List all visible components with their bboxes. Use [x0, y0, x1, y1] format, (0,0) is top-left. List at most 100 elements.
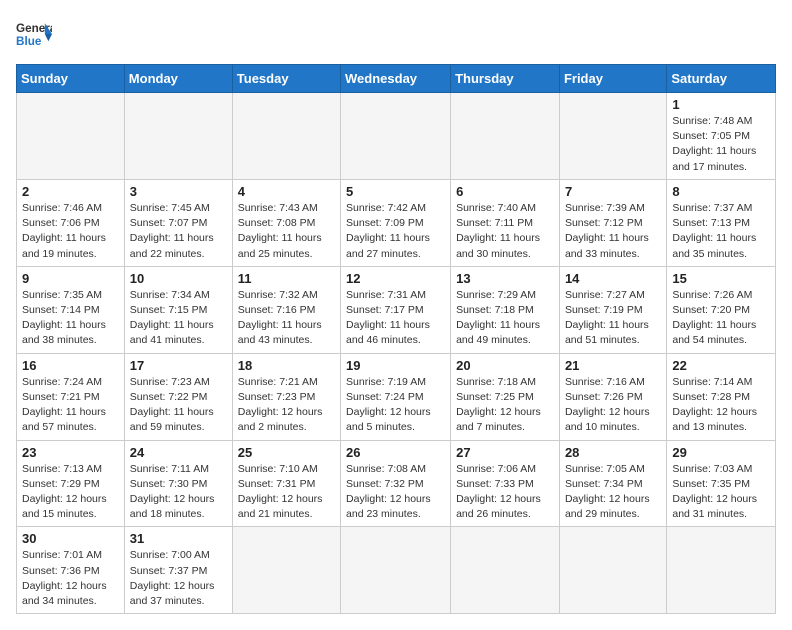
day-info: Sunrise: 7:10 AM Sunset: 7:31 PM Dayligh…: [238, 462, 335, 523]
day-info: Sunrise: 7:11 AM Sunset: 7:30 PM Dayligh…: [130, 462, 227, 523]
day-number: 18: [238, 358, 335, 373]
day-info: Sunrise: 7:13 AM Sunset: 7:29 PM Dayligh…: [22, 462, 119, 523]
weekday-header-friday: Friday: [559, 65, 666, 93]
logo-icon: General Blue: [16, 16, 52, 52]
calendar-cell: 17Sunrise: 7:23 AM Sunset: 7:22 PM Dayli…: [124, 353, 232, 440]
calendar-cell: 24 Sunrise: 7:11 AM Sunset: 7:30 PM Dayli…: [124, 440, 232, 527]
day-number: 10: [130, 271, 227, 286]
day-number: 11: [238, 271, 335, 286]
day-number: 24: [130, 445, 227, 460]
day-number: 15: [672, 271, 770, 286]
day-number: 25: [238, 445, 335, 460]
calendar-cell: 9 Sunrise: 7:35 AM Sunset: 7:14 PM Daylig…: [17, 266, 125, 353]
day-number: 6: [456, 184, 554, 199]
day-info: Sunrise: 7:05 AM Sunset: 7:34 PM Dayligh…: [565, 462, 661, 523]
calendar-cell: 14 Sunrise: 7:27 AM Sunset: 7:19 PM Dayli…: [559, 266, 666, 353]
day-number: 21: [565, 358, 661, 373]
day-number: 3: [130, 184, 227, 199]
calendar-cell: [559, 93, 666, 180]
calendar-cell: 2 Sunrise: 7:46 AM Sunset: 7:06 PM Daylig…: [17, 179, 125, 266]
calendar-cell: [17, 93, 125, 180]
calendar-week-5: 23 Sunrise: 7:13 AM Sunset: 7:29 PM Dayli…: [17, 440, 776, 527]
day-number: 8: [672, 184, 770, 199]
day-number: 29: [672, 445, 770, 460]
calendar-cell: 20Sunrise: 7:18 AM Sunset: 7:25 PM Dayli…: [451, 353, 560, 440]
day-info: Sunrise: 7:23 AM Sunset: 7:22 PM Dayligh…: [130, 375, 227, 436]
calendar-cell: 11 Sunrise: 7:32 AM Sunset: 7:16 PM Dayli…: [232, 266, 340, 353]
calendar-cell: 6 Sunrise: 7:40 AM Sunset: 7:11 PM Daylig…: [451, 179, 560, 266]
day-info: Sunrise: 7:08 AM Sunset: 7:32 PM Dayligh…: [346, 462, 445, 523]
calendar-cell: [667, 527, 776, 614]
day-info: Sunrise: 7:01 AM Sunset: 7:36 PM Dayligh…: [22, 548, 119, 609]
day-info: Sunrise: 7:34 AM Sunset: 7:15 PM Dayligh…: [130, 288, 227, 349]
calendar-cell: 27 Sunrise: 7:06 AM Sunset: 7:33 PM Dayli…: [451, 440, 560, 527]
calendar-cell: 30 Sunrise: 7:01 AM Sunset: 7:36 PM Dayli…: [17, 527, 125, 614]
calendar-cell: 4Sunrise: 7:43 AM Sunset: 7:08 PM Daylig…: [232, 179, 340, 266]
calendar-week-4: 16 Sunrise: 7:24 AM Sunset: 7:21 PM Dayli…: [17, 353, 776, 440]
day-info: Sunrise: 7:48 AM Sunset: 7:05 PM Dayligh…: [672, 114, 770, 175]
day-info: Sunrise: 7:19 AM Sunset: 7:24 PM Dayligh…: [346, 375, 445, 436]
day-number: 9: [22, 271, 119, 286]
day-number: 23: [22, 445, 119, 460]
weekday-header-monday: Monday: [124, 65, 232, 93]
day-info: Sunrise: 7:14 AM Sunset: 7:28 PM Dayligh…: [672, 375, 770, 436]
day-number: 26: [346, 445, 445, 460]
logo: General Blue: [16, 16, 52, 52]
day-info: Sunrise: 7:39 AM Sunset: 7:12 PM Dayligh…: [565, 201, 661, 262]
day-info: Sunrise: 7:40 AM Sunset: 7:11 PM Dayligh…: [456, 201, 554, 262]
page-header: General Blue: [16, 16, 776, 52]
day-info: Sunrise: 7:31 AM Sunset: 7:17 PM Dayligh…: [346, 288, 445, 349]
day-number: 16: [22, 358, 119, 373]
calendar-cell: [232, 527, 340, 614]
day-info: Sunrise: 7:00 AM Sunset: 7:37 PM Dayligh…: [130, 548, 227, 609]
day-number: 27: [456, 445, 554, 460]
weekday-header-tuesday: Tuesday: [232, 65, 340, 93]
weekday-header-sunday: Sunday: [17, 65, 125, 93]
day-number: 1: [672, 97, 770, 112]
calendar-cell: [559, 527, 666, 614]
day-number: 13: [456, 271, 554, 286]
calendar-cell: 1 Sunrise: 7:48 AM Sunset: 7:05 PM Daylig…: [667, 93, 776, 180]
day-info: Sunrise: 7:06 AM Sunset: 7:33 PM Dayligh…: [456, 462, 554, 523]
calendar-cell: [451, 93, 560, 180]
day-info: Sunrise: 7:21 AM Sunset: 7:23 PM Dayligh…: [238, 375, 335, 436]
day-info: Sunrise: 7:27 AM Sunset: 7:19 PM Dayligh…: [565, 288, 661, 349]
calendar-cell: 5Sunrise: 7:42 AM Sunset: 7:09 PM Daylig…: [341, 179, 451, 266]
calendar-cell: 29 Sunrise: 7:03 AM Sunset: 7:35 PM Dayli…: [667, 440, 776, 527]
day-number: 31: [130, 531, 227, 546]
day-info: Sunrise: 7:37 AM Sunset: 7:13 PM Dayligh…: [672, 201, 770, 262]
day-info: Sunrise: 7:43 AM Sunset: 7:08 PM Dayligh…: [238, 201, 335, 262]
calendar-cell: [341, 527, 451, 614]
calendar-cell: 10 Sunrise: 7:34 AM Sunset: 7:15 PM Dayli…: [124, 266, 232, 353]
calendar-week-6: 30 Sunrise: 7:01 AM Sunset: 7:36 PM Dayli…: [17, 527, 776, 614]
weekday-header-saturday: Saturday: [667, 65, 776, 93]
calendar-cell: 31 Sunrise: 7:00 AM Sunset: 7:37 PM Dayli…: [124, 527, 232, 614]
calendar-cell: 12 Sunrise: 7:31 AM Sunset: 7:17 PM Dayli…: [341, 266, 451, 353]
day-number: 5: [346, 184, 445, 199]
day-info: Sunrise: 7:35 AM Sunset: 7:14 PM Dayligh…: [22, 288, 119, 349]
calendar-cell: [341, 93, 451, 180]
day-number: 12: [346, 271, 445, 286]
day-info: Sunrise: 7:03 AM Sunset: 7:35 PM Dayligh…: [672, 462, 770, 523]
day-info: Sunrise: 7:29 AM Sunset: 7:18 PM Dayligh…: [456, 288, 554, 349]
calendar-cell: 28Sunrise: 7:05 AM Sunset: 7:34 PM Dayli…: [559, 440, 666, 527]
calendar-cell: 13 Sunrise: 7:29 AM Sunset: 7:18 PM Dayli…: [451, 266, 560, 353]
calendar-cell: 26 Sunrise: 7:08 AM Sunset: 7:32 PM Dayli…: [341, 440, 451, 527]
day-number: 19: [346, 358, 445, 373]
calendar-table: SundayMondayTuesdayWednesdayThursdayFrid…: [16, 64, 776, 614]
calendar-week-1: 1 Sunrise: 7:48 AM Sunset: 7:05 PM Daylig…: [17, 93, 776, 180]
calendar-cell: 25 Sunrise: 7:10 AM Sunset: 7:31 PM Dayli…: [232, 440, 340, 527]
day-info: Sunrise: 7:32 AM Sunset: 7:16 PM Dayligh…: [238, 288, 335, 349]
calendar-cell: 15Sunrise: 7:26 AM Sunset: 7:20 PM Dayli…: [667, 266, 776, 353]
day-number: 2: [22, 184, 119, 199]
day-info: Sunrise: 7:16 AM Sunset: 7:26 PM Dayligh…: [565, 375, 661, 436]
calendar-cell: 16 Sunrise: 7:24 AM Sunset: 7:21 PM Dayli…: [17, 353, 125, 440]
day-info: Sunrise: 7:45 AM Sunset: 7:07 PM Dayligh…: [130, 201, 227, 262]
calendar-cell: 7Sunrise: 7:39 AM Sunset: 7:12 PM Daylig…: [559, 179, 666, 266]
day-number: 22: [672, 358, 770, 373]
day-number: 30: [22, 531, 119, 546]
calendar-cell: [124, 93, 232, 180]
day-info: Sunrise: 7:24 AM Sunset: 7:21 PM Dayligh…: [22, 375, 119, 436]
day-number: 14: [565, 271, 661, 286]
day-info: Sunrise: 7:46 AM Sunset: 7:06 PM Dayligh…: [22, 201, 119, 262]
